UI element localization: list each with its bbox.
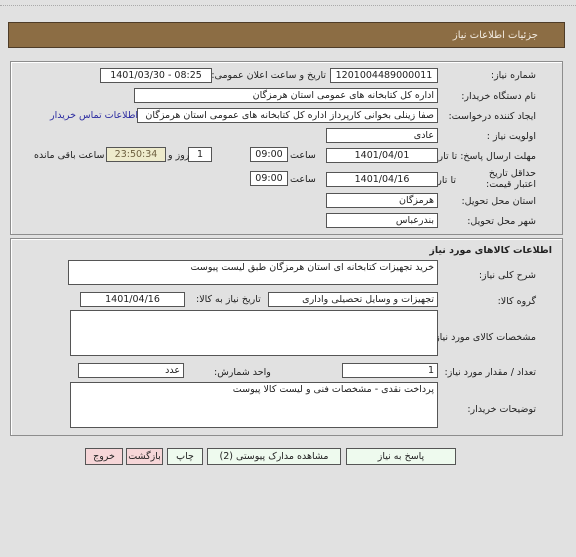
days-label: روز و [168,150,190,161]
buyer-org-field: اداره کل کتابخانه های عمومی استان هرمزگا… [134,88,438,103]
delivery-city-label: شهر محل تحویل: [467,216,536,227]
price-validity-time-field: 09:00 [250,171,288,186]
goods-group-label: گروه کالا: [497,296,536,307]
remaining-time-field: 23:50:34 [106,147,166,162]
response-date-field: 1401/04/01 [326,148,438,163]
buyer-notes-field: پرداخت نقدی - مشخصات فنی و لیست کالا پیو… [70,382,438,428]
general-description-field: خرید تجهیزات کتابخانه ای استان هرمزگان ط… [68,260,438,285]
specs-field [70,310,438,356]
response-time-label: ساعت [290,150,316,161]
response-time-field: 09:00 [250,147,288,162]
general-description-label: شرح کلی نیاز: [478,270,536,281]
print-button[interactable]: چاپ [167,448,203,465]
price-validity-date-field: 1401/04/16 [326,172,438,187]
specs-label: مشخصات کالای مورد نیاز: [431,332,536,343]
delivery-province-field: هرمزگان [326,193,438,208]
priority-field: عادی [326,128,438,143]
price-validity-time-label: ساعت [290,174,316,185]
price-validity-label: حداقل تاریخ اعتبار قیمت: [486,168,536,190]
need-date-field: 1401/04/16 [80,292,185,307]
buyer-notes-label: توضیحات خریدار: [467,404,536,415]
quantity-field: 1 [342,363,438,378]
goods-group-field: تجهیزات و وسایل تحصیلی واداری [268,292,438,307]
buyer-org-label: نام دستگاه خریدار: [461,91,536,102]
need-number-label: شماره نیاز: [490,70,536,81]
need-number-field: 1201004489000011 [330,68,438,83]
unit-field: عدد [78,363,184,378]
goods-section-title: اطلاعات کالاهای مورد نیاز [429,245,552,256]
page-header: جزئیات اطلاعات نیاز [8,22,565,48]
announce-datetime-field: 1401/03/30 - 08:25 [100,68,212,83]
remaining-label: ساعت باقی مانده [34,150,105,161]
response-deadline-label: مهلت ارسال پاسخ: تا تاریخ : [423,151,537,162]
priority-label: اولویت نیاز : [486,131,536,142]
requester-label: ایجاد کننده درخواست: [448,111,536,122]
top-divider [0,5,576,6]
quantity-label: تعداد / مقدار مورد نیاز: [444,367,536,378]
exit-button[interactable]: خروج [85,448,123,465]
remaining-days-field: 1 [188,147,212,162]
respond-button[interactable]: پاسخ به نیاز [346,448,456,465]
need-date-label: تاریخ نیاز به کالا: [196,294,261,305]
back-button[interactable]: بازگشت [126,448,163,465]
unit-label: واحد شمارش: [214,367,271,378]
announce-datetime-label: تاریخ و ساعت اعلان عمومی: [211,70,326,81]
delivery-province-label: استان محل تحویل: [461,196,536,207]
view-attachments-button[interactable]: مشاهده مدارک پیوستی (2) [207,448,341,465]
page-title: جزئیات اطلاعات نیاز [452,30,538,41]
requester-field: صفا زینلی بخوانی کارپرداز اداره کل کتابخ… [137,108,438,123]
delivery-city-field: بندرعباس [326,213,438,228]
buyer-contact-link[interactable]: اطلاعات تماس خریدار [50,110,138,121]
